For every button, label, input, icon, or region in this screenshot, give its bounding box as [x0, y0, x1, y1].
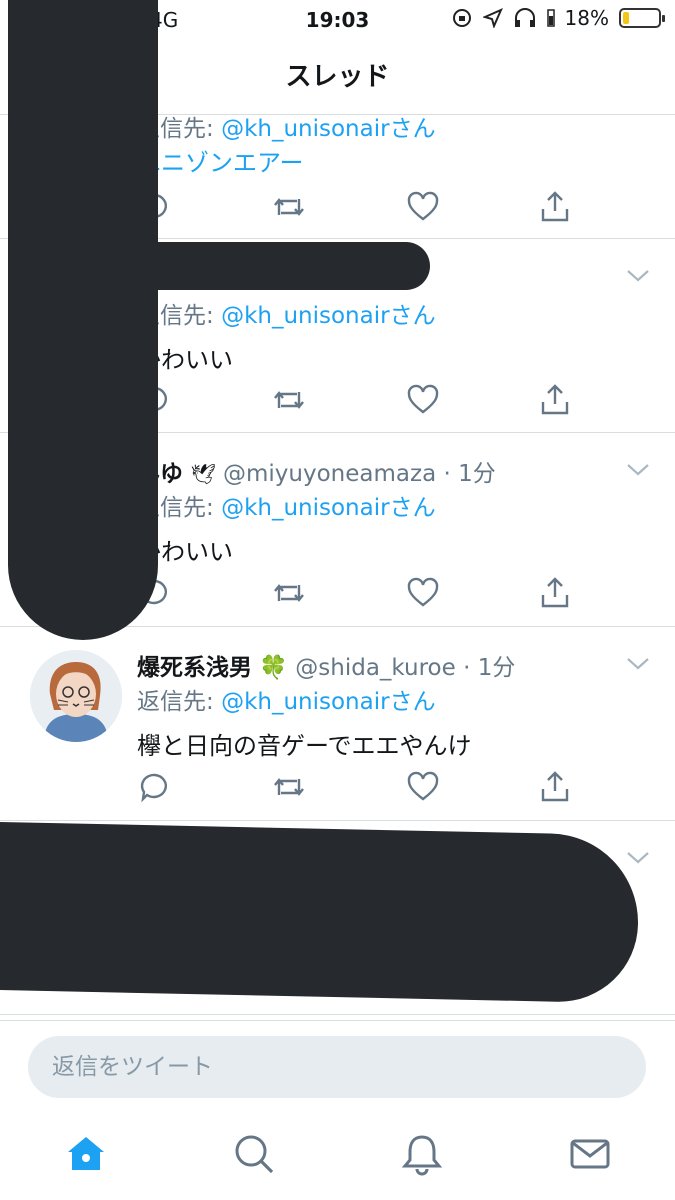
like-icon[interactable] [405, 575, 441, 611]
tweet-actions [137, 382, 577, 418]
tweet-text: ユニゾンエアー [137, 149, 304, 177]
reply-to-mention[interactable]: @kh_unisonairさん [221, 116, 436, 142]
reply-to-mention[interactable]: @kh_unisonairさん [221, 303, 436, 329]
reply-to: 返信先: @kh_unisonairさん [137, 109, 436, 143]
reply-to: 返信先: @kh_unisonairさん [137, 488, 436, 522]
reply-icon[interactable] [137, 769, 173, 805]
reply-to-mention[interactable]: @kh_unisonairさん [221, 689, 436, 715]
status-right: 18% [451, 6, 665, 30]
reply-to: 返信先: @kh_unisonairさん [137, 682, 436, 716]
tweet-time: 1分 [477, 655, 516, 681]
bell-icon[interactable] [400, 1132, 444, 1176]
user-handle[interactable]: @shida_kuroe [295, 655, 456, 681]
avatar[interactable] [30, 650, 122, 742]
tweet-actions [137, 769, 577, 805]
tweet-header: みゆ 🕊 @miyuyoneamaza · 1分 [137, 461, 496, 487]
tab-bar [0, 1120, 675, 1200]
like-icon[interactable] [405, 189, 441, 225]
retweet-icon[interactable] [271, 575, 307, 611]
retweet-icon[interactable] [271, 189, 307, 225]
redaction-mark [8, 0, 158, 640]
chevron-down-icon[interactable] [625, 650, 651, 676]
tweet-item[interactable]: 爆死系浅男 🍀 @shida_kuroe · 1分 返信先: @kh_uniso… [0, 628, 675, 821]
share-icon[interactable] [537, 382, 573, 418]
reply-to-mention[interactable]: @kh_unisonairさん [221, 495, 436, 521]
tweet-time: 1分 [458, 461, 496, 487]
chevron-down-icon[interactable] [625, 844, 651, 870]
tweet-header: 爆死系浅男 🍀 @shida_kuroe · 1分 [137, 655, 516, 681]
share-icon[interactable] [537, 575, 573, 611]
clover-emoji-icon: 🍀 [259, 655, 288, 681]
home-icon[interactable] [64, 1132, 108, 1176]
headphone-battery-icon [546, 9, 555, 27]
reply-to: 返信先: @kh_unisonairさん [137, 296, 436, 330]
retweet-icon[interactable] [271, 769, 307, 805]
chevron-down-icon[interactable] [625, 262, 651, 288]
compose-divider [0, 1020, 675, 1021]
reply-input[interactable] [28, 1036, 646, 1098]
headphones-icon [514, 8, 535, 27]
chevron-down-icon[interactable] [625, 456, 651, 482]
battery-percent: 18% [564, 6, 609, 30]
mail-icon[interactable] [568, 1132, 612, 1176]
like-icon[interactable] [405, 769, 441, 805]
tweet-actions [137, 575, 577, 611]
redaction-mark [0, 822, 640, 1004]
retweet-icon[interactable] [271, 382, 307, 418]
reply-to-label: 返信先: [137, 689, 222, 715]
share-icon[interactable] [537, 769, 573, 805]
user-handle[interactable]: @miyuyoneamaza [223, 461, 436, 487]
reply-compose-field[interactable] [28, 1036, 646, 1098]
search-icon[interactable] [232, 1132, 276, 1176]
like-icon[interactable] [405, 382, 441, 418]
share-icon[interactable] [537, 189, 573, 225]
tweet-text: 欅と日向の音ゲーでエエやんけ [137, 732, 472, 760]
redaction-mark [100, 242, 430, 290]
battery-icon [619, 8, 665, 28]
bird-emoji-icon: 🕊 [190, 462, 216, 486]
avatar-image [30, 650, 122, 742]
orientation-lock-icon [452, 9, 471, 27]
display-name[interactable]: 爆死系浅男 [137, 655, 252, 681]
location-icon [482, 8, 503, 28]
tweet-actions [137, 189, 577, 225]
